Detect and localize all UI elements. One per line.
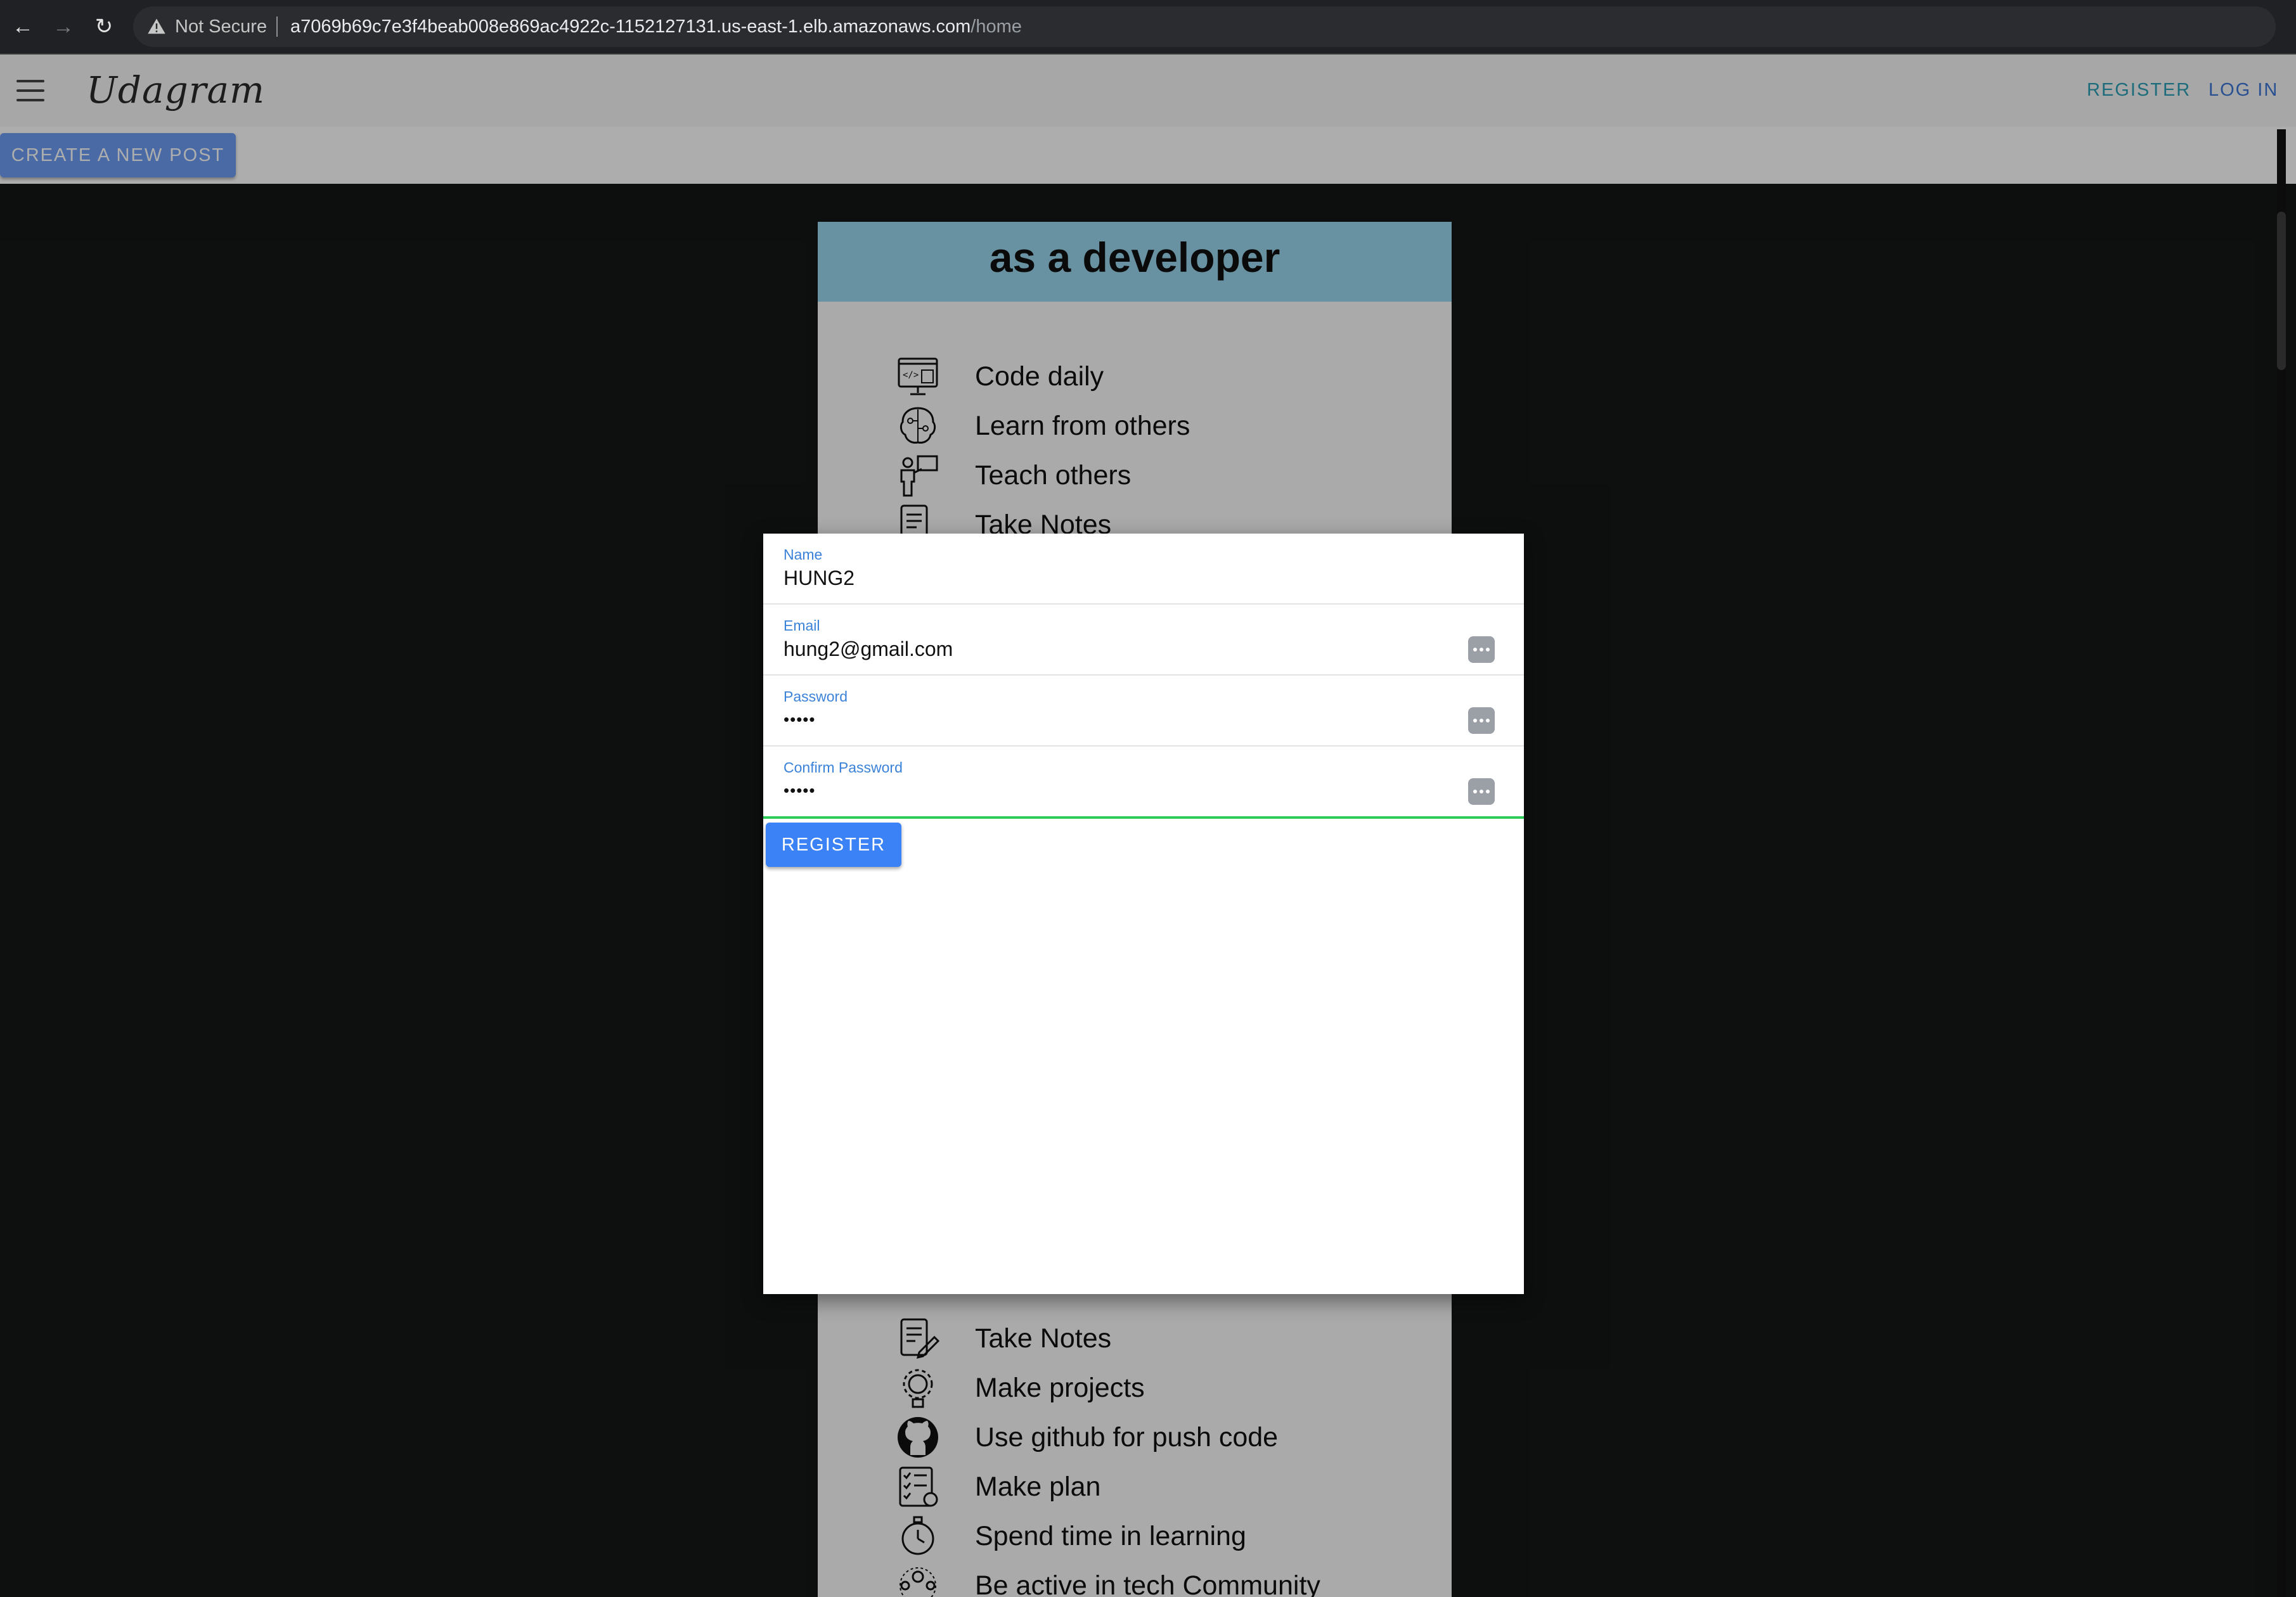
url-host: a7069b69c7e3f4beab008e869ac4922c-1152127… (290, 16, 971, 37)
email-input[interactable]: hung2@gmail.com (784, 638, 953, 661)
register-submit-button[interactable]: REGISTER (766, 823, 901, 867)
scrollbar-thumb[interactable] (2277, 212, 2286, 370)
url-text[interactable]: a7069b69c7e3f4beab008e869ac4922c-1152127… (290, 6, 1022, 47)
reload-icon[interactable]: ↻ (86, 9, 122, 44)
autofill-key-icon[interactable] (1468, 778, 1495, 805)
email-label: Email (784, 617, 820, 634)
confirm-password-field[interactable]: Confirm Password ••••• (763, 747, 1524, 819)
page-scrollbar[interactable] (2277, 129, 2286, 1597)
name-label: Name (784, 546, 823, 563)
password-input[interactable]: ••••• (784, 710, 816, 729)
omnibox-divider (276, 16, 278, 37)
back-arrow-icon[interactable]: ← (5, 9, 41, 44)
forward-arrow-icon[interactable]: → (46, 9, 81, 44)
address-bar[interactable]: Not Secure a7069b69c7e3f4beab008e869ac49… (133, 6, 2276, 47)
password-field[interactable]: Password ••••• (763, 676, 1524, 747)
autofill-key-icon[interactable] (1468, 707, 1495, 734)
security-status[interactable]: Not Secure (175, 6, 267, 47)
register-dialog: Name HUNG2 Email hung2@gmail.com Passwor… (763, 534, 1524, 1294)
url-path: /home (971, 16, 1022, 37)
confirm-password-label: Confirm Password (784, 759, 903, 776)
confirm-password-input[interactable]: ••••• (784, 781, 816, 800)
name-input[interactable]: HUNG2 (784, 567, 855, 590)
autofill-key-icon[interactable] (1468, 636, 1495, 663)
browser-toolbar: ← → ↻ Not Secure a7069b69c7e3f4beab008e8… (0, 0, 2296, 55)
password-label: Password (784, 688, 848, 705)
name-field[interactable]: Name HUNG2 (763, 534, 1524, 605)
warning-triangle-icon (148, 18, 165, 34)
email-field[interactable]: Email hung2@gmail.com (763, 605, 1524, 676)
